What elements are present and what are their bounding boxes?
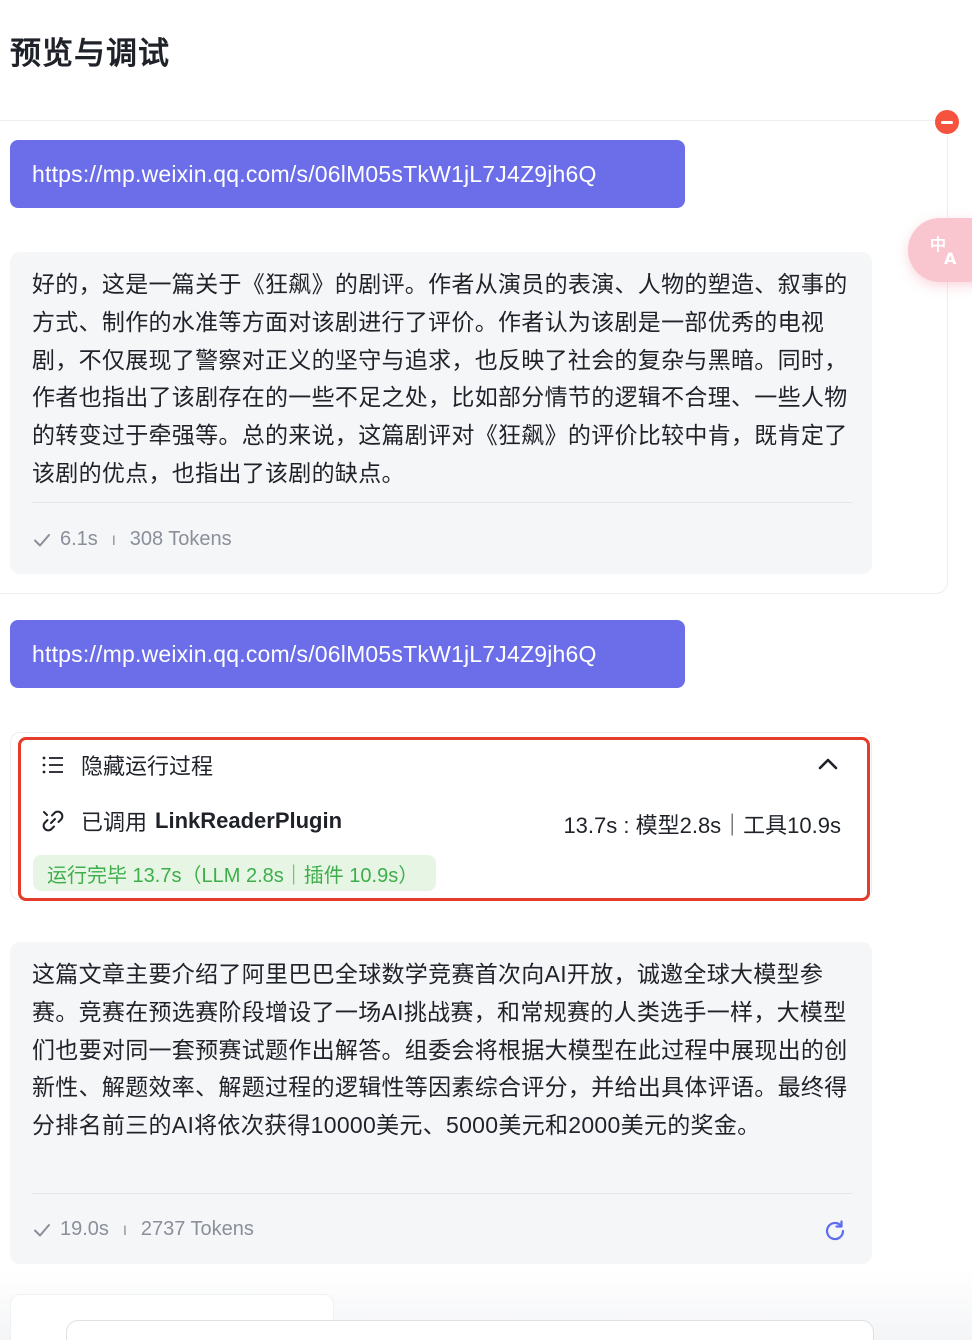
translate-button[interactable]: 中 A xyxy=(908,218,972,282)
assistant-reply-text: 这篇文章主要介绍了阿里巴巴全球数学竞赛首次向AI开放，诚邀全球大模型参赛。竞赛在… xyxy=(32,961,848,1139)
called-label: 已调用 xyxy=(81,810,148,835)
reply-meta: 6.1s I 308 Tokens xyxy=(32,528,232,551)
plugin-timing: 13.7s : 模型2.8s｜工具10.9s xyxy=(563,813,841,838)
chevron-up-icon[interactable] xyxy=(817,753,839,775)
process-toggle[interactable]: 隐藏运行过程 xyxy=(41,750,847,780)
plugin-name: LinkReaderPlugin xyxy=(155,808,343,833)
assistant-reply-text: 好的，这是一篇关于《狂飙》的剧评。作者从演员的表演、人物的塑造、叙事的方式、制作… xyxy=(32,271,848,486)
remove-session-button[interactable] xyxy=(935,110,959,134)
page-title: 预览与调试 xyxy=(10,36,170,71)
assistant-reply-card: 这篇文章主要介绍了阿里巴巴全球数学竞赛首次向AI开放，诚邀全球大模型参赛。竞赛在… xyxy=(10,942,872,1264)
reply-divider xyxy=(32,502,852,503)
reply-meta: 19.0s I 2737 Tokens xyxy=(32,1218,254,1241)
check-icon xyxy=(34,533,50,546)
chat-input-box[interactable] xyxy=(66,1320,874,1340)
reply-time: 6.1s xyxy=(60,528,98,550)
link-icon xyxy=(42,810,64,832)
run-status-badge: 运行完毕 13.7s（LLM 2.8s｜插件 10.9s） xyxy=(33,855,437,891)
reply-time: 19.0s xyxy=(60,1218,109,1240)
user-message-text: https://mp.weixin.qq.com/s/06lM05sTkW1jL… xyxy=(32,640,597,667)
user-message: https://mp.weixin.qq.com/s/06lM05sTkW1jL… xyxy=(10,140,685,208)
translate-icon: 中 A xyxy=(930,235,957,268)
svg-text:A: A xyxy=(944,249,957,268)
check-icon xyxy=(34,1223,50,1236)
plugin-call-row: 已调用 LinkReaderPlugin 13.7s : 模型2.8s｜工具10… xyxy=(41,806,841,838)
run-process-panel: 隐藏运行过程 已调用 LinkReaderPlugin 13.7s : 模型2.… xyxy=(18,737,870,901)
user-message-text: https://mp.weixin.qq.com/s/06lM05sTkW1jL… xyxy=(32,160,597,187)
reply-tokens: 2737 Tokens xyxy=(140,1218,254,1240)
user-message: https://mp.weixin.qq.com/s/06lM05sTkW1jL… xyxy=(10,620,685,688)
reply-tokens: 308 Tokens xyxy=(129,528,232,550)
process-toggle-label: 隐藏运行过程 xyxy=(81,754,214,779)
regenerate-icon[interactable] xyxy=(822,1218,848,1244)
list-icon xyxy=(42,756,63,774)
assistant-reply-card: 好的，这是一篇关于《狂飙》的剧评。作者从演员的表演、人物的塑造、叙事的方式、制作… xyxy=(10,252,872,574)
meta-separator: I xyxy=(111,531,116,548)
meta-separator: I xyxy=(122,1221,127,1238)
reply-divider xyxy=(32,1193,852,1194)
